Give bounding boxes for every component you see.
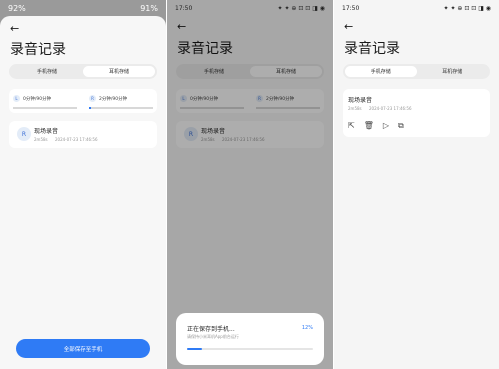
record-date: 2024-07-23 17:46:56 bbox=[55, 137, 98, 142]
left-badge: L bbox=[13, 95, 20, 102]
status-bar: 17:50 ✦ ✦ ⊕ ⊡ ⊡ ◨ ◉ bbox=[334, 0, 499, 16]
storage-usage-row: L 0分钟/90分钟 R 2分钟/90分钟 bbox=[9, 89, 157, 113]
dialog-title: 正在保存到手机... bbox=[187, 326, 235, 333]
back-arrow-icon[interactable]: ← bbox=[10, 23, 19, 34]
record-item-expanded[interactable]: 现场录音 2m58s 2024-07-23 17:46:56 ⇱ 🗑 ▷ ⧉ bbox=[343, 89, 490, 137]
page-title: 录音记录 bbox=[10, 42, 66, 58]
status-time: 17:50 bbox=[342, 4, 360, 12]
tab-phone-storage[interactable]: 手机存储 bbox=[345, 66, 417, 77]
progress-fill bbox=[187, 348, 203, 350]
progress-percent: 12% bbox=[301, 325, 313, 331]
main-card: ← 录音记录 手机存储 耳机存储 L 0分钟/90分钟 R 2分钟/90分钟 R… bbox=[0, 16, 166, 369]
left-usage-bar bbox=[13, 107, 77, 109]
record-duration: 2m58s bbox=[348, 106, 362, 111]
tab-phone-storage[interactable]: 手机存储 bbox=[11, 66, 83, 77]
save-all-button[interactable]: 全部保存至手机 bbox=[16, 339, 150, 358]
battery-right: 91% bbox=[140, 3, 158, 13]
screen-phone-storage: 17:50 ✦ ✦ ⊕ ⊡ ⊡ ◨ ◉ ← 录音记录 手机存储 耳机存储 现场录… bbox=[334, 0, 499, 369]
right-badge: R bbox=[89, 95, 96, 102]
dialog-subtitle: 请保持小米耳机App前台运行 bbox=[187, 334, 239, 339]
status-icons: ✦ ✦ ⊕ ⊡ ⊡ ◨ ◉ bbox=[443, 4, 491, 12]
tab-earbud-storage[interactable]: 耳机存储 bbox=[417, 66, 489, 77]
copy-icon[interactable]: ⧉ bbox=[398, 121, 404, 131]
record-name: 现场录音 bbox=[348, 97, 373, 104]
storage-tabs: 手机存储 耳机存储 bbox=[343, 64, 490, 79]
page-title: 录音记录 bbox=[344, 41, 400, 57]
saving-dialog: 正在保存到手机... 请保持小米耳机App前台运行 12% bbox=[176, 313, 324, 365]
progress-track bbox=[187, 348, 313, 350]
trash-icon[interactable]: 🗑 bbox=[364, 121, 374, 131]
record-name: 现场录音 bbox=[34, 128, 59, 135]
right-usage: R 2分钟/90分钟 bbox=[89, 95, 127, 102]
left-usage-text: 0分钟/90分钟 bbox=[23, 96, 52, 102]
status-bar: 92% 91% bbox=[0, 0, 166, 16]
screen-saving-dialog: 17:50 ✦ ✦ ⊕ ⊡ ⊡ ◨ ◉ ← 录音记录 手机存储 耳机存储 L 0… bbox=[167, 0, 333, 369]
record-duration: 2m58s bbox=[34, 137, 48, 142]
record-actions: ⇱ 🗑 ▷ ⧉ bbox=[348, 121, 404, 131]
play-icon[interactable]: ▷ bbox=[383, 121, 389, 131]
right-usage-fill bbox=[89, 107, 91, 109]
record-item[interactable]: R 现场录音 2m58s 2024-07-23 17:46:56 bbox=[9, 121, 157, 148]
left-usage: L 0分钟/90分钟 bbox=[13, 95, 51, 102]
record-avatar: R bbox=[17, 127, 31, 141]
battery-left: 92% bbox=[8, 3, 26, 13]
right-usage-bar bbox=[89, 107, 153, 109]
tab-earbud-storage[interactable]: 耳机存储 bbox=[83, 66, 155, 77]
record-date: 2024-07-23 17:46:56 bbox=[369, 106, 412, 111]
storage-tabs: 手机存储 耳机存储 bbox=[9, 64, 157, 79]
right-usage-text: 2分钟/90分钟 bbox=[99, 96, 128, 102]
share-icon[interactable]: ⇱ bbox=[348, 121, 355, 131]
screen-earbud-storage: 92% 91% ← 录音记录 手机存储 耳机存储 L 0分钟/90分钟 R 2分… bbox=[0, 0, 166, 369]
back-arrow-icon[interactable]: ← bbox=[344, 21, 353, 32]
